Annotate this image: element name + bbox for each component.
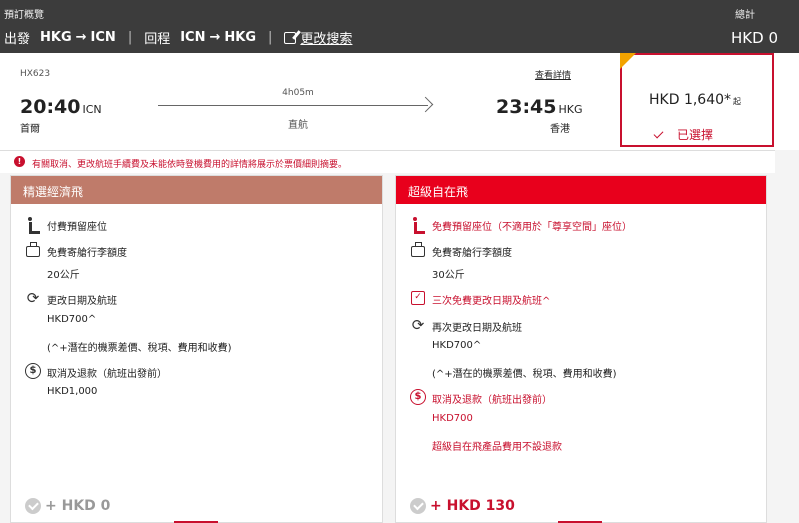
change-note: (^+潛在的機票差價、稅項、費用和收費) <box>432 369 617 380</box>
calendar-check-icon: ✓ <box>410 290 426 306</box>
arrow-right-icon: → <box>75 30 87 45</box>
departure-city: 首爾 <box>20 124 40 135</box>
dollar-icon: $ <box>25 363 41 379</box>
seat-icon <box>25 216 41 234</box>
arrow-right-icon: → <box>209 30 221 45</box>
price-suffix: 起 <box>733 97 742 106</box>
divider: | <box>268 30 273 45</box>
departure-code: ICN <box>82 103 102 116</box>
baggage-icon <box>410 242 426 258</box>
refund-note: 超級自在飛產品費用不設退款 <box>432 442 562 453</box>
baggage-amount: 30公斤 <box>432 270 465 281</box>
refresh-icon: ⟳ <box>411 316 425 334</box>
outbound-to: ICN <box>90 30 116 45</box>
fare-card-title: 超級自在飛 <box>396 176 766 204</box>
seat-icon <box>410 216 426 234</box>
flight-number: HX623 <box>20 69 51 79</box>
selected-status: 已選擇 <box>653 126 713 143</box>
fare-rules-notice: ! 有關取消、更改航班手續費及未能依時登機費用的詳情將展示於票價細則摘要。 <box>0 150 775 173</box>
selected-price-box[interactable]: HKD 1,640* 起 已選擇 <box>620 53 774 147</box>
refund-fee: HKD1,000 <box>47 386 98 397</box>
divider: | <box>127 30 133 45</box>
check-icon <box>653 128 664 139</box>
check-circle-icon <box>25 498 41 514</box>
route-summary: 出發 HKG → ICN | 回程 ICN → HKG | 更改搜索 <box>4 28 352 47</box>
fare-price: HKD 1,640* 起 <box>649 92 742 108</box>
total-label: 總計 <box>735 10 755 21</box>
arrival-code: HKG <box>558 103 583 116</box>
fare-price-delta[interactable]: + HKD 130 <box>410 498 515 514</box>
baggage-icon <box>25 242 41 258</box>
arrival-city: 香港 <box>550 124 570 135</box>
notice-text: 有關取消、更改航班手續費及未能依時登機費用的詳情將展示於票價細則摘要。 <box>32 160 348 170</box>
departure-time: 20:40 ICN <box>20 96 102 118</box>
page-scroll-area[interactable] <box>777 150 799 523</box>
selected-corner-flag <box>620 53 636 69</box>
change-note: (^+潛在的機票差價、稅項、費用和收費) <box>47 343 232 354</box>
arrival-time: 23:45 HKG <box>496 96 583 118</box>
route-line <box>158 105 428 106</box>
return-label: 回程 <box>144 32 171 47</box>
booking-summary-bar: 預訂概覽 總計 HKD 0 出發 HKG → ICN | 回程 ICN → HK… <box>0 0 799 53</box>
fare-card-economy-choice[interactable]: 精選經濟飛 付費預留座位 免費寄艙行李額度 20公斤 ⟳ 更改日期及航班 HKD… <box>10 175 383 523</box>
edit-search-link[interactable]: 更改搜索 <box>300 28 352 47</box>
dollar-icon: $ <box>410 389 426 405</box>
view-details-link[interactable]: 查看詳情 <box>535 68 571 81</box>
baggage-amount: 20公斤 <box>47 270 80 281</box>
stops-label: 直航 <box>288 120 308 131</box>
check-circle-icon <box>410 498 426 514</box>
change-fee: HKD700^ <box>432 340 482 351</box>
refresh-icon: ⟳ <box>26 289 40 307</box>
edit-icon[interactable] <box>284 31 297 44</box>
outbound-from: HKG <box>40 30 72 45</box>
fare-card-title: 精選經濟飛 <box>11 176 382 204</box>
flight-duration: 4h05m <box>282 88 314 98</box>
refund-fee: HKD700 <box>432 413 473 424</box>
total-value: HKD 0 <box>731 29 778 47</box>
return-to: HKG <box>224 30 257 45</box>
return-from: ICN <box>180 30 206 45</box>
fare-card-super-flex[interactable]: 超級自在飛 免費預留座位（不適用於「尊享空間」座位） 免費寄艙行李額度 30公斤… <box>395 175 767 523</box>
warning-icon: ! <box>14 156 25 167</box>
fare-price-delta[interactable]: + HKD 0 <box>25 498 110 514</box>
change-fee: HKD700^ <box>47 314 97 325</box>
outbound-label: 出發 <box>4 32 31 47</box>
arrow-head-icon <box>417 96 434 113</box>
summary-title: 預訂概覽 <box>4 10 44 21</box>
